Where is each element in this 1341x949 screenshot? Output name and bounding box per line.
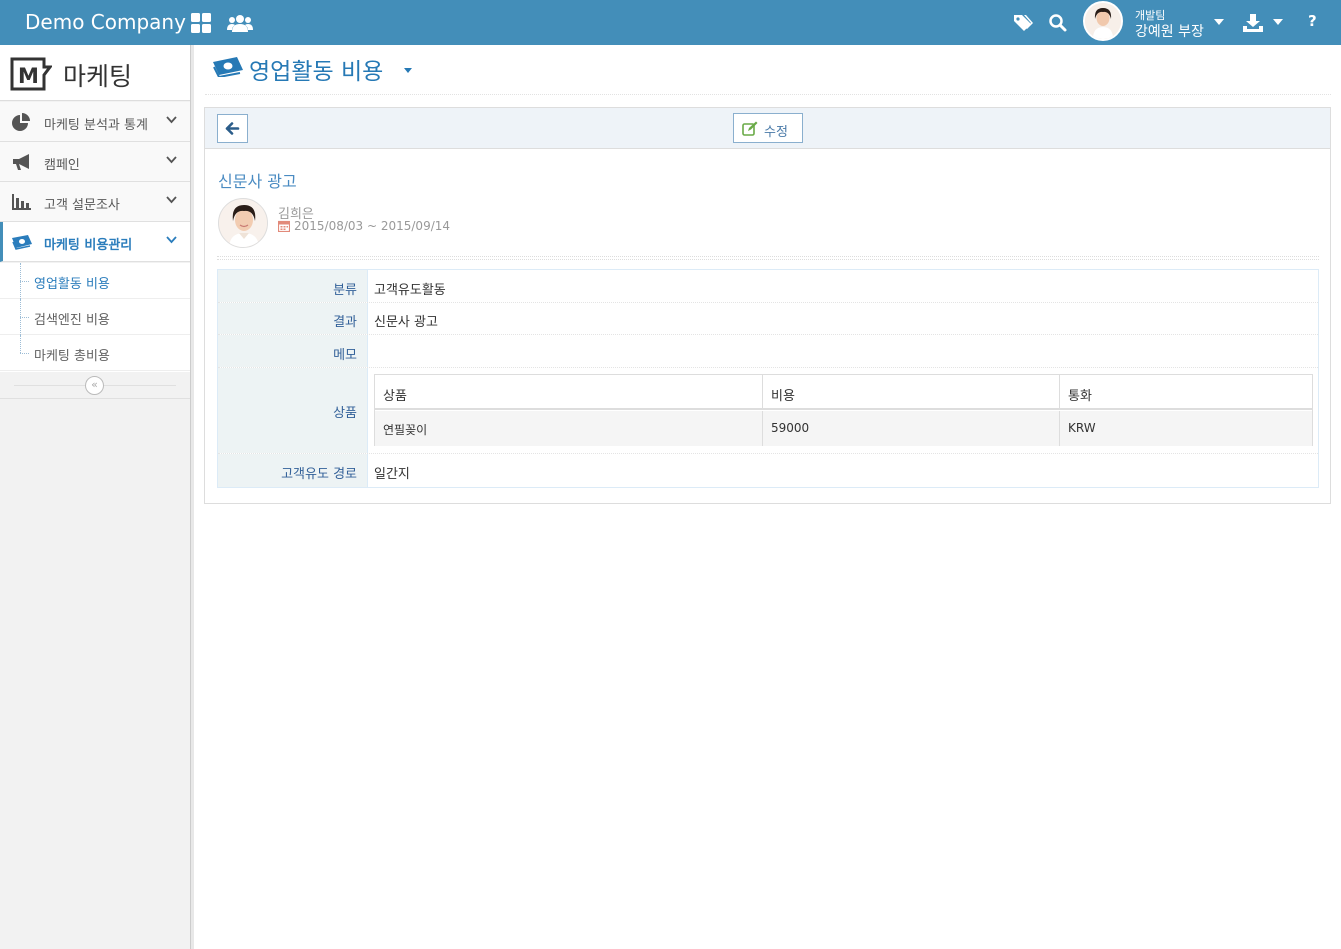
sidebar-header: M 마케팅 <box>0 45 190 101</box>
table-cell: 연필꽂이 <box>383 423 428 437</box>
help-button[interactable]: ? <box>1308 12 1317 30</box>
money-icon <box>12 235 32 250</box>
divider <box>217 259 1319 260</box>
top-navbar: Demo Company 개발팀 강예원 부장 ? <box>0 0 1341 45</box>
column-header: 비용 <box>771 389 795 404</box>
table-row: 연필꽂이 59000 KRW <box>375 411 1312 446</box>
edit-button[interactable]: 수정 <box>733 113 803 143</box>
sidebar-title: 마케팅 <box>63 62 133 91</box>
field-label: 메모 <box>333 348 357 363</box>
page-title[interactable]: 영업활동 비용 <box>249 52 383 86</box>
page-header: 영업활동 비용 <box>205 45 1331 95</box>
field-label: 결과 <box>333 315 357 330</box>
info-row-category: 분류 고객유도활동 <box>218 270 1318 303</box>
sidebar-item-label: 캠페인 <box>44 158 80 173</box>
detail-panel: 수정 신문사 광고 김희은 2015/08/03 ~ 2015/09/14 분류… <box>204 107 1331 504</box>
sidebar: M 마케팅 마케팅 분석과 통계 캠페인 고객 설문조사 마케팅 비용관리 영업… <box>0 45 194 949</box>
chevron-down-icon <box>166 156 177 164</box>
sidebar-submenu: 영업활동 비용 검색엔진 비용 마케팅 총비용 <box>0 263 190 372</box>
divider <box>217 256 1319 257</box>
calendar-icon <box>278 220 290 232</box>
table-cell: 59000 <box>771 421 810 435</box>
column-header: 상품 <box>383 389 407 404</box>
field-label: 고객유도 경로 <box>281 467 357 482</box>
detail-toolbar: 수정 <box>205 108 1330 149</box>
submenu-item-sales-cost[interactable]: 영업활동 비용 <box>0 263 190 299</box>
field-label: 분류 <box>333 283 357 298</box>
back-button[interactable] <box>217 114 248 143</box>
column-header: 통화 <box>1068 389 1092 404</box>
products-table-header: 상품 비용 통화 <box>375 375 1312 410</box>
info-row-channel: 고객유도 경로 일간지 <box>218 454 1318 487</box>
field-value: 일간지 <box>374 467 410 482</box>
download-caret-icon[interactable] <box>1273 19 1283 25</box>
info-row-memo: 메모 <box>218 335 1318 368</box>
user-name: 강예원 부장 <box>1135 24 1204 40</box>
record-period: 2015/08/03 ~ 2015/09/14 <box>294 219 451 233</box>
field-label: 상품 <box>333 406 357 421</box>
bullhorn-icon <box>13 154 29 170</box>
user-avatar <box>1083 1 1123 41</box>
brand-name[interactable]: Demo Company <box>25 10 186 34</box>
collapse-sidebar-button[interactable]: « <box>85 376 104 395</box>
sidebar-item-survey[interactable]: 고객 설문조사 <box>0 182 190 222</box>
dashboard-grid-icon[interactable] <box>190 12 212 34</box>
table-cell: KRW <box>1068 421 1096 435</box>
sidebar-item-campaign[interactable]: 캠페인 <box>0 142 190 182</box>
info-row-result: 결과 신문사 광고 <box>218 303 1318 335</box>
edit-button-label: 수정 <box>764 125 788 140</box>
tags-icon[interactable] <box>1012 12 1034 34</box>
caret-down-icon <box>1214 19 1224 25</box>
products-table: 상품 비용 통화 연필꽂이 59000 KRW <box>374 374 1313 446</box>
search-icon[interactable] <box>1047 12 1069 34</box>
chevron-down-icon <box>166 116 177 124</box>
sidebar-item-analytics[interactable]: 마케팅 분석과 통계 <box>0 102 190 142</box>
submenu-item-total-cost[interactable]: 마케팅 총비용 <box>0 335 190 371</box>
submenu-item-label: 마케팅 총비용 <box>34 349 110 364</box>
record-info-table: 분류 고객유도활동 결과 신문사 광고 메모 상품 상품 비용 통화 연필꽂이 … <box>217 269 1319 488</box>
info-row-products: 상품 상품 비용 통화 연필꽂이 59000 KRW <box>218 368 1318 454</box>
sidebar-item-cost-management[interactable]: 마케팅 비용관리 <box>0 222 190 262</box>
users-icon[interactable] <box>227 12 253 34</box>
sidebar-item-label: 마케팅 분석과 통계 <box>44 118 148 133</box>
chevron-down-icon <box>166 236 177 244</box>
download-icon[interactable] <box>1242 12 1264 34</box>
submenu-item-label: 검색엔진 비용 <box>34 313 110 328</box>
bar-chart-icon <box>12 194 31 210</box>
svg-text:M: M <box>18 64 39 88</box>
marketing-logo-icon: M <box>10 57 52 91</box>
record-title: 신문사 광고 <box>218 172 297 191</box>
money-icon <box>213 57 243 77</box>
sidebar-item-label: 고객 설문조사 <box>44 198 120 213</box>
arrow-left-icon <box>225 122 240 135</box>
submenu-item-label: 영업활동 비용 <box>34 277 110 292</box>
sidebar-collapse-bar: « <box>0 372 190 399</box>
submenu-item-search-engine-cost[interactable]: 검색엔진 비용 <box>0 299 190 335</box>
pie-chart-icon <box>12 113 30 131</box>
author-avatar <box>218 198 268 248</box>
field-value: 신문사 광고 <box>374 315 438 330</box>
chevron-down-icon <box>166 196 177 204</box>
edit-icon <box>742 121 758 136</box>
caret-down-icon[interactable] <box>404 68 412 73</box>
sidebar-item-label: 마케팅 비용관리 <box>44 238 133 253</box>
field-value: 고객유도활동 <box>374 283 446 298</box>
